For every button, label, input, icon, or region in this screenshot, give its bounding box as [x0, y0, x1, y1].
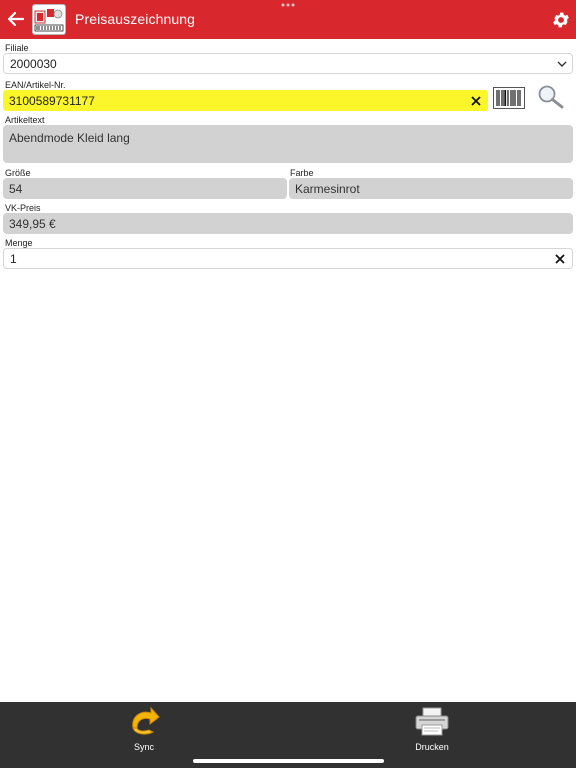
app-header: Preisauszeichnung [0, 0, 576, 39]
vkpreis-field: 349,95 € [3, 213, 573, 234]
arrow-left-icon[interactable] [6, 8, 26, 30]
barcode-scan-icon[interactable] [493, 87, 525, 109]
vkpreis-label: VK-Preis [5, 203, 41, 213]
more-dots-icon[interactable] [280, 2, 296, 8]
farbe-field: Karmesinrot [289, 178, 573, 199]
sync-label: Sync [133, 742, 154, 752]
ean-label: EAN/Artikel-Nr. [5, 80, 66, 90]
printer-icon [415, 707, 449, 736]
artikeltext-label: Artikeltext [5, 115, 45, 125]
filiale-select[interactable]: 2000030 [3, 53, 573, 74]
sync-icon [132, 706, 160, 735]
groesse-field: 54 [3, 178, 287, 199]
search-icon[interactable] [537, 84, 565, 110]
artikeltext-field: Abendmode Kleid lang [3, 125, 573, 163]
ean-value: 3100589731177 [9, 93, 95, 108]
clear-icon[interactable] [555, 254, 565, 264]
filiale-value: 2000030 [10, 56, 57, 71]
app-logo [32, 4, 66, 35]
print-label: Drucken [415, 742, 449, 752]
chevron-down-icon [557, 61, 567, 67]
farbe-label: Farbe [290, 168, 314, 178]
menge-value: 1 [10, 251, 17, 266]
groesse-label: Größe [5, 168, 31, 178]
filiale-label: Filiale [5, 43, 29, 53]
clear-icon[interactable] [471, 96, 481, 106]
page-title: Preisauszeichnung [75, 11, 195, 27]
groesse-value: 54 [9, 181, 23, 196]
print-button[interactable]: Drucken [382, 702, 482, 768]
home-indicator [193, 759, 384, 763]
sync-button[interactable]: Sync [94, 702, 194, 768]
gear-icon[interactable] [551, 10, 571, 30]
menge-input[interactable]: 1 [3, 248, 573, 269]
artikeltext-value: Abendmode Kleid lang [9, 131, 130, 145]
vkpreis-value: 349,95 € [9, 216, 56, 231]
ean-input[interactable]: 3100589731177 [3, 90, 488, 111]
menge-label: Menge [5, 238, 33, 248]
farbe-value: Karmesinrot [295, 181, 360, 196]
